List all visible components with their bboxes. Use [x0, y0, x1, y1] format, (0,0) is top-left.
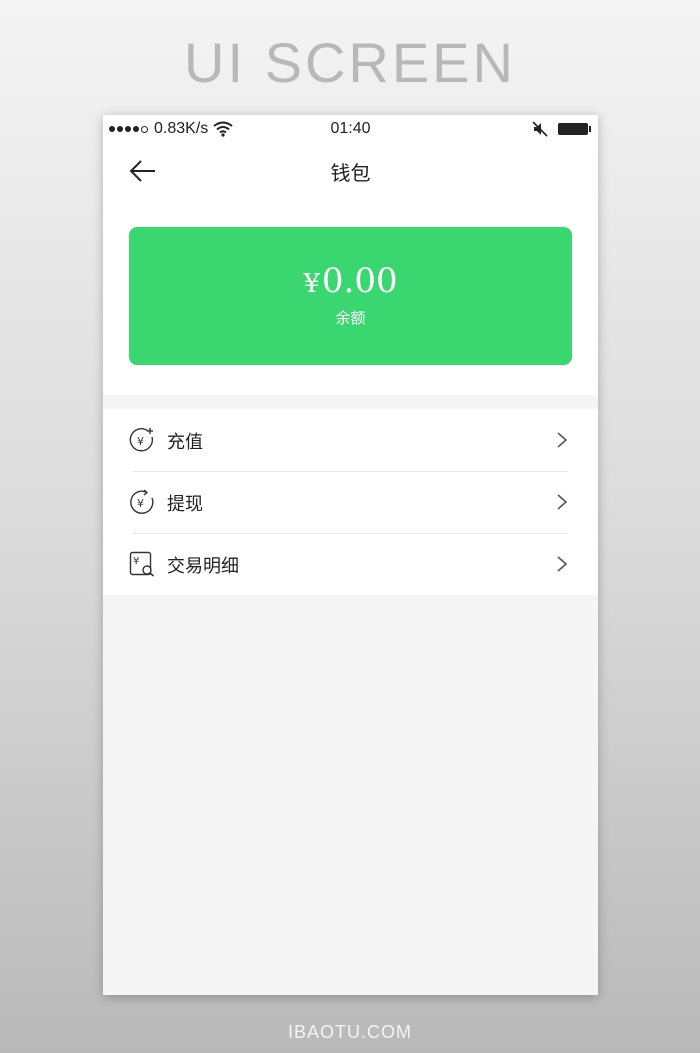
menu-item-transactions[interactable]: ¥ 交易明细	[103, 533, 598, 595]
status-time: 01:40	[330, 120, 371, 137]
menu-item-label: 充值	[167, 432, 203, 453]
balance-value: 0.00	[321, 261, 398, 301]
currency-symbol: ¥	[303, 269, 320, 299]
menu-item-recharge[interactable]: ¥ 充值	[103, 409, 598, 471]
svg-text:¥: ¥	[137, 497, 144, 510]
wallet-menu: ¥ 充值 ¥ 提现 ¥ 交易明细	[103, 409, 598, 595]
chevron-right-icon	[557, 432, 568, 448]
chevron-right-icon	[557, 556, 568, 572]
svg-text:¥: ¥	[137, 435, 144, 448]
menu-item-label: 交易明细	[167, 556, 239, 577]
balance-label: 余额	[335, 309, 366, 327]
nav-bar: 钱包	[103, 143, 598, 199]
menu-item-withdraw[interactable]: ¥ 提现	[103, 471, 598, 533]
yen-withdraw-icon: ¥	[130, 489, 154, 514]
hero-title: UI SCREEN	[184, 31, 516, 94]
chevron-right-icon	[557, 494, 568, 510]
page-title: 钱包	[330, 161, 371, 185]
status-right	[532, 121, 591, 137]
menu-item-label: 提现	[167, 494, 203, 515]
balance-card: ¥0.00 余额	[129, 227, 572, 365]
site-footer: IBAOTU.COM	[287, 1022, 412, 1042]
yen-plus-icon: ¥	[129, 428, 154, 452]
phone-screen: 0.83K/s 01:40 钱包 ¥0.00 余额 ¥ 充值 ¥ 提现 ¥ 交易…	[103, 115, 598, 995]
balance-section: ¥0.00 余额	[103, 199, 598, 395]
balance-amount: ¥0.00	[129, 261, 572, 301]
mute-icon	[532, 121, 548, 137]
status-bar: 0.83K/s 01:40	[103, 115, 598, 143]
transaction-details-icon: ¥	[129, 551, 155, 577]
battery-icon	[558, 123, 591, 135]
svg-text:¥: ¥	[133, 556, 139, 567]
